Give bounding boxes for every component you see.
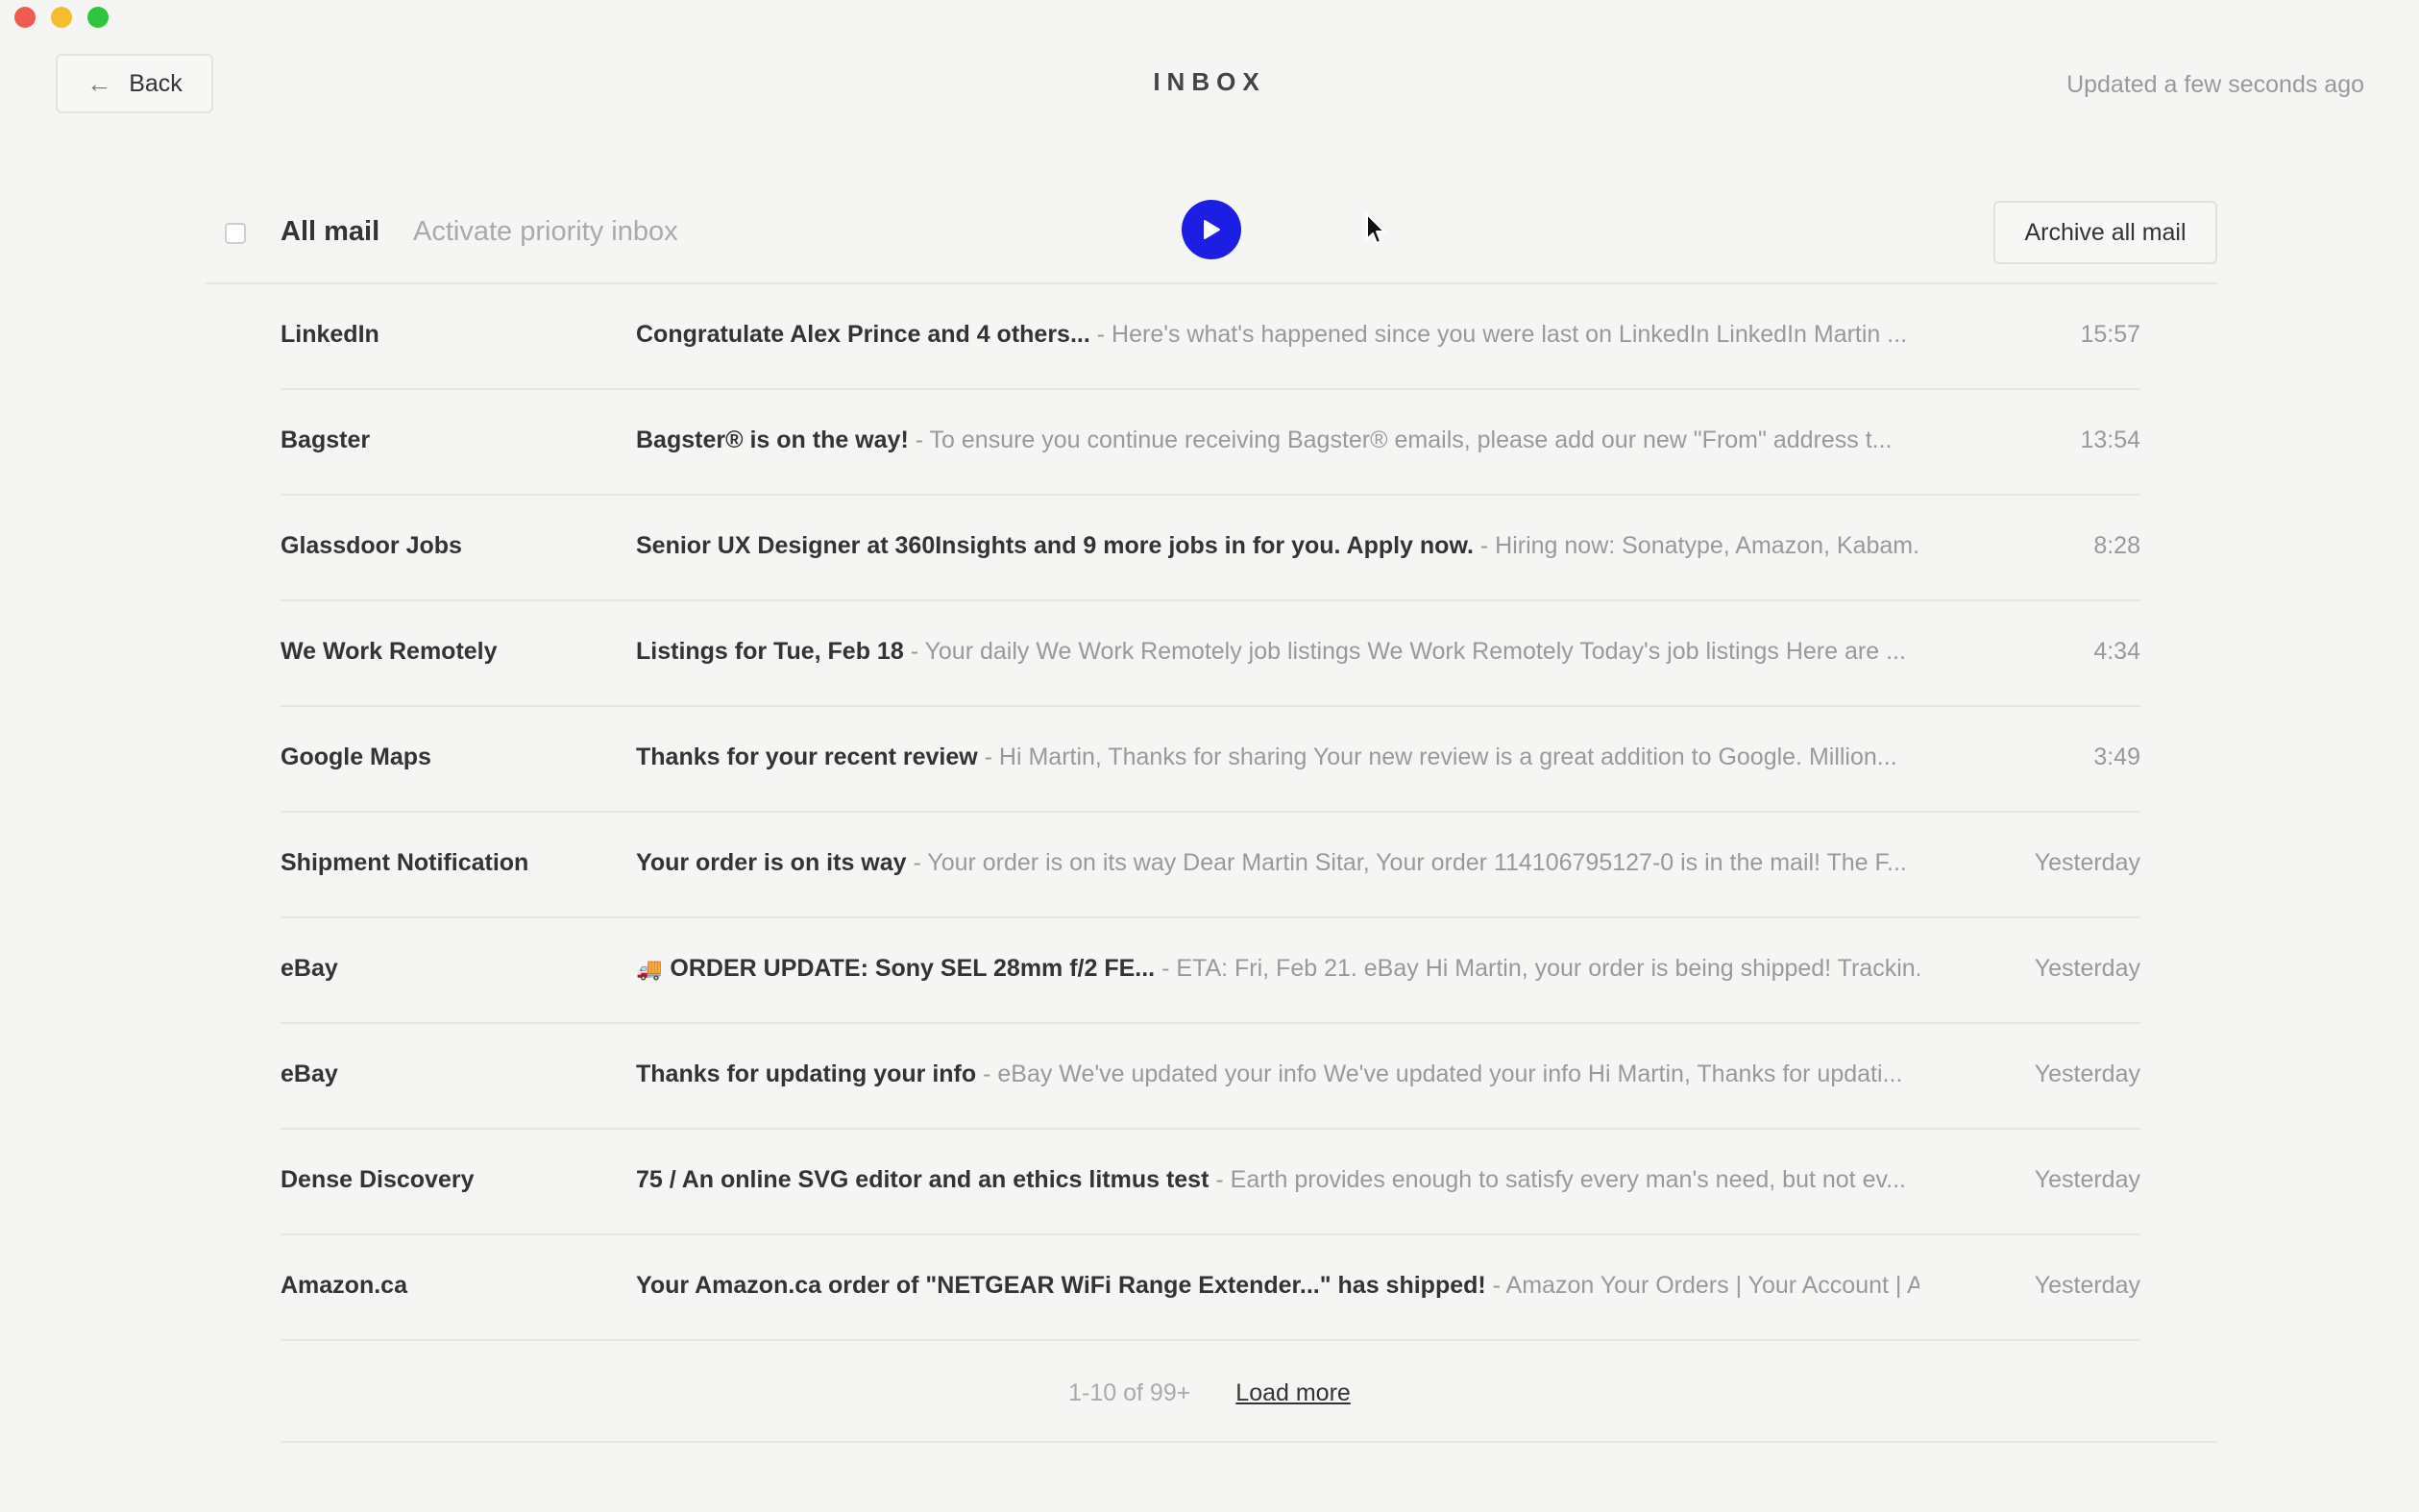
tab-all-mail[interactable]: All mail — [281, 216, 379, 248]
email-snippet: - ETA: Fri, Feb 21. eBay Hi Martin, your… — [1155, 955, 1919, 982]
email-sender: We Work Remotely — [281, 638, 498, 665]
email-subject: Thanks for updating your info — [636, 1061, 977, 1087]
play-button[interactable] — [1182, 200, 1241, 259]
email-row[interactable]: Shipment Notification Your order is on it… — [281, 813, 2140, 918]
email-content: Thanks for your recent review - Hi Marti… — [636, 744, 1919, 771]
email-row[interactable]: eBay 🚚 ORDER UPDATE: Sony SEL 28mm f/2 FE.… — [281, 918, 2140, 1024]
email-sender: eBay — [281, 955, 338, 982]
email-row[interactable]: Amazon.ca Your Amazon.ca order of "NETGEA… — [281, 1235, 2140, 1341]
email-time: Yesterday — [2034, 1166, 2140, 1193]
email-sender: Dense Discovery — [281, 1166, 475, 1193]
email-content: Senior UX Designer at 360Insights and 9 … — [636, 532, 1919, 560]
email-content: Your Amazon.ca order of "NETGEAR WiFi Ra… — [636, 1272, 1919, 1300]
truck-icon: 🚚 — [636, 957, 663, 981]
email-sender: Glassdoor Jobs — [281, 532, 462, 559]
email-row[interactable]: Glassdoor Jobs Senior UX Designer at 360I… — [281, 496, 2140, 601]
load-more-link[interactable]: Load more — [1235, 1379, 1351, 1406]
email-snippet: - Hiring now: Sonatype, Amazon, Kabam... — [1473, 532, 1919, 559]
email-sender: Amazon.ca — [281, 1272, 407, 1299]
email-time: Yesterday — [2034, 1061, 2140, 1087]
minimize-window-button[interactable] — [51, 7, 72, 28]
email-snippet: - Amazon Your Orders | Your Account | A.… — [1485, 1272, 1919, 1299]
email-time: 15:57 — [2080, 321, 2140, 348]
email-content: Thanks for updating your info - eBay We'… — [636, 1061, 1919, 1088]
email-time: Yesterday — [2034, 849, 2140, 876]
email-sender: LinkedIn — [281, 321, 379, 348]
email-snippet: - Here's what's happened since you were … — [1089, 321, 1908, 348]
select-all-checkbox[interactable] — [225, 223, 246, 244]
close-window-button[interactable] — [14, 7, 36, 28]
email-sender: Google Maps — [281, 744, 431, 770]
email-time: Yesterday — [2034, 1272, 2140, 1299]
email-time: 8:28 — [2093, 532, 2140, 559]
email-subject: Bagster® is on the way! — [636, 427, 909, 453]
email-time: Yesterday — [2034, 955, 2140, 982]
mouse-pointer-icon — [1366, 213, 1385, 244]
email-snippet: - Your daily We Work Remotely job listin… — [903, 638, 1906, 665]
email-sender: Shipment Notification — [281, 849, 529, 876]
updated-status: Updated a few seconds ago — [2066, 71, 2364, 98]
email-subject: Your order is on its way — [636, 849, 907, 876]
email-snippet: - Hi Martin, Thanks for sharing Your new… — [977, 744, 1897, 770]
email-time: 13:54 — [2080, 427, 2140, 453]
email-sender: Bagster — [281, 427, 371, 453]
email-row[interactable]: Dense Discovery 75 / An online SVG editor… — [281, 1130, 2140, 1235]
email-subject: Your Amazon.ca order of "NETGEAR WiFi Ra… — [636, 1272, 1486, 1299]
email-subject: Congratulate Alex Prince and 4 others... — [636, 321, 1090, 348]
email-content: 75 / An online SVG editor and an ethics … — [636, 1166, 1919, 1194]
inbox-toolbar: All mail Activate priority inbox Archive… — [205, 197, 2217, 283]
email-sender: eBay — [281, 1061, 338, 1087]
page-title: INBOX — [1153, 67, 1266, 96]
email-snippet: - To ensure you continue receiving Bagst… — [908, 427, 1893, 453]
email-subject: Thanks for your recent review — [636, 744, 978, 770]
email-snippet: - eBay We've updated your info We've upd… — [976, 1061, 1903, 1087]
email-content: Listings for Tue, Feb 18 - Your daily We… — [636, 638, 1919, 666]
email-snippet: - Your order is on its way Dear Martin S… — [906, 849, 1907, 876]
email-list: LinkedIn Congratulate Alex Prince and 4 o… — [281, 284, 2140, 1341]
play-icon — [1204, 220, 1220, 239]
bottom-divider — [281, 1441, 2217, 1443]
email-row[interactable]: LinkedIn Congratulate Alex Prince and 4 o… — [281, 284, 2140, 390]
email-subject: Senior UX Designer at 360Insights and 9 … — [636, 532, 1474, 559]
activate-priority-inbox-link[interactable]: Activate priority inbox — [413, 216, 678, 248]
window-controls — [14, 7, 109, 28]
email-row[interactable]: We Work Remotely Listings for Tue, Feb 18… — [281, 601, 2140, 707]
email-snippet: - Earth provides enough to satisfy every… — [1209, 1166, 1906, 1193]
email-subject: ORDER UPDATE: Sony SEL 28mm f/2 FE... — [670, 955, 1156, 982]
email-content: Bagster® is on the way! - To ensure you … — [636, 427, 1919, 454]
email-time: 4:34 — [2093, 638, 2140, 665]
email-row[interactable]: Google Maps Thanks for your recent review… — [281, 707, 2140, 813]
pagination: 1-10 of 99+ Load more — [0, 1379, 2419, 1407]
email-row[interactable]: Bagster Bagster® is on the way! - To ensu… — [281, 390, 2140, 496]
email-subject: Listings for Tue, Feb 18 — [636, 638, 904, 665]
maximize-window-button[interactable] — [87, 7, 109, 28]
email-content: 🚚 ORDER UPDATE: Sony SEL 28mm f/2 FE... -… — [636, 955, 1919, 983]
email-subject: 75 / An online SVG editor and an ethics … — [636, 1166, 1210, 1193]
email-content: Congratulate Alex Prince and 4 others...… — [636, 321, 1919, 349]
archive-all-button[interactable]: Archive all mail — [1993, 201, 2217, 264]
email-time: 3:49 — [2093, 744, 2140, 770]
email-content: Your order is on its way - Your order is… — [636, 849, 1919, 877]
email-row[interactable]: eBay Thanks for updating your info - eBay… — [281, 1024, 2140, 1130]
page-count: 1-10 of 99+ — [1068, 1379, 1191, 1406]
